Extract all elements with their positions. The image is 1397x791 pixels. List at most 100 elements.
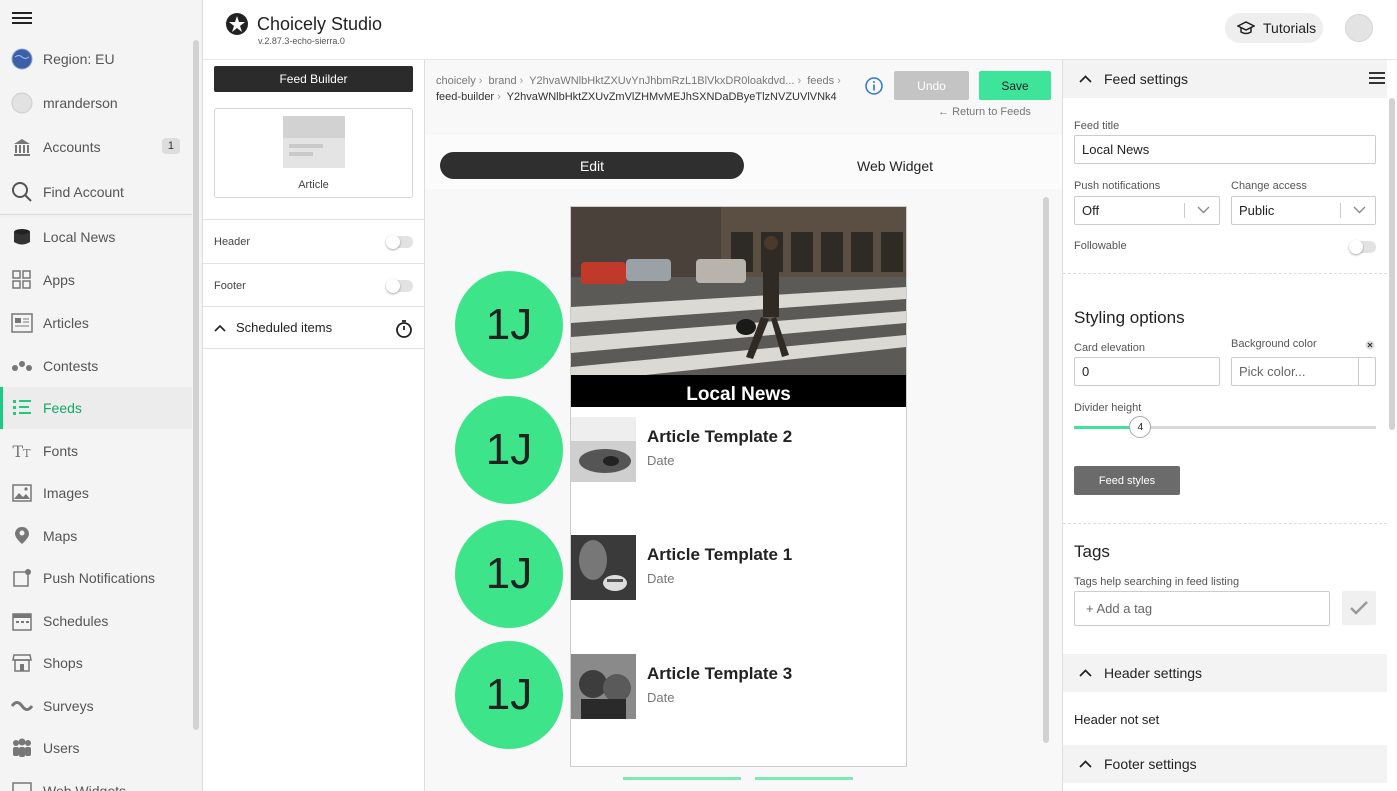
- return-to-feeds-link[interactable]: ← Return to Feeds: [938, 106, 1031, 118]
- followable-toggle[interactable]: [1349, 240, 1376, 254]
- card-elevation-input[interactable]: 0: [1074, 357, 1220, 386]
- chevron-down-icon: [1197, 206, 1210, 214]
- calendar-icon: [10, 610, 33, 633]
- sidebar-item-label: Local News: [43, 229, 116, 245]
- article-date: Date: [647, 453, 675, 468]
- slider-handle[interactable]: 4: [1129, 416, 1152, 438]
- hero-image[interactable]: Local News: [571, 207, 906, 407]
- sidebar-item-images[interactable]: Images: [0, 472, 192, 514]
- shop-icon: [10, 652, 33, 675]
- feed-settings-label: Feed settings: [1104, 71, 1189, 87]
- tags-help-text: Tags help searching in feed listing: [1074, 576, 1240, 588]
- sidebar-scrollbar[interactable]: [193, 40, 199, 730]
- clear-color-icon[interactable]: [1365, 340, 1375, 350]
- header-settings-label: Header settings: [1104, 665, 1203, 681]
- change-access-select[interactable]: Public: [1231, 196, 1376, 225]
- save-button[interactable]: Save: [979, 71, 1051, 100]
- sidebar-item-feeds[interactable]: Feeds: [0, 387, 192, 429]
- sidebar-item-label: Contests: [43, 358, 99, 374]
- background-color-input[interactable]: Pick color...: [1231, 357, 1376, 386]
- survey-icon: [10, 695, 33, 718]
- article-row[interactable]: Article Template 2 Date: [571, 417, 906, 483]
- stopwatch-icon[interactable]: [395, 319, 413, 339]
- header-not-set-text: Header not set: [1074, 712, 1160, 727]
- image-icon: [10, 482, 33, 505]
- header-toggle[interactable]: [386, 234, 413, 249]
- confirm-tag-button[interactable]: [1342, 591, 1376, 625]
- scheduled-items-row[interactable]: Scheduled items: [203, 306, 425, 349]
- menu-icon[interactable]: [1369, 69, 1385, 84]
- feed-settings-header[interactable]: Feed settings: [1063, 60, 1387, 98]
- background-color-label: Background color: [1231, 338, 1317, 350]
- sidebar-item-find-account[interactable]: Find Account: [0, 171, 192, 213]
- chevron-down-icon: [1353, 206, 1366, 214]
- footer-settings-header[interactable]: Footer settings: [1063, 745, 1387, 783]
- sidebar-item-apps[interactable]: Apps: [0, 259, 192, 301]
- sidebar-item-fonts[interactable]: TT Fonts: [0, 430, 192, 472]
- user-avatar[interactable]: [1345, 14, 1373, 42]
- styling-options-title: Styling options: [1074, 308, 1185, 327]
- footer-toggle[interactable]: [386, 278, 413, 293]
- sidebar-item-accounts[interactable]: Accounts 1: [0, 126, 192, 168]
- divider-height-label: Divider height: [1074, 402, 1142, 414]
- sidebar-item-surveys[interactable]: Surveys: [0, 685, 192, 727]
- choicely-logo-icon: [226, 13, 248, 35]
- feed-styles-button[interactable]: Feed styles: [1074, 466, 1180, 495]
- hamburger-menu-icon[interactable]: [12, 9, 32, 27]
- sidebar-item-shops[interactable]: Shops: [0, 642, 192, 684]
- search-icon: [10, 181, 33, 204]
- breadcrumb-item[interactable]: choicely: [436, 75, 476, 87]
- push-notifications-value: Off: [1082, 203, 1100, 218]
- footer-row: Footer: [203, 263, 425, 307]
- section-divider: [1063, 273, 1387, 274]
- breadcrumb-item[interactable]: Y2hvaWNlbHktZXUvYnJhbmRzL1BlVkxDR0loakdv…: [529, 75, 794, 87]
- article-thumbnail: [571, 417, 636, 482]
- breadcrumb-current: Y2hvaWNlbHktZXUvZmVlZHMvMEJhSXNDaDByeTlz…: [506, 91, 837, 103]
- sidebar-item-user[interactable]: mranderson: [0, 82, 192, 124]
- article-placeholder-icon: [283, 116, 345, 168]
- sidebar-item-label: Articles: [43, 315, 89, 331]
- sidebar-item-push-notifications[interactable]: Push Notifications: [0, 557, 192, 599]
- tab-web-widget[interactable]: Web Widget: [745, 152, 1045, 179]
- editor-tabs: Edit Web Widget: [425, 135, 1062, 189]
- sidebar-item-maps[interactable]: Maps: [0, 515, 192, 557]
- chevron-up-icon: [1079, 75, 1092, 83]
- user-avatar-icon: [10, 92, 33, 115]
- followable-label: Followable: [1074, 240, 1127, 252]
- change-access-label: Change access: [1231, 180, 1307, 192]
- sidebar-item-local-news[interactable]: Local News: [0, 216, 192, 258]
- breadcrumb-item[interactable]: feeds: [807, 75, 834, 87]
- sidebar-item-users[interactable]: Users: [0, 727, 192, 769]
- chevron-up-icon[interactable]: [214, 324, 226, 332]
- sidebar-item-contests[interactable]: Contests: [0, 345, 192, 387]
- undo-button[interactable]: Undo: [894, 71, 969, 100]
- card-elevation-label: Card elevation: [1074, 342, 1145, 354]
- article-row[interactable]: Article Template 1 Date: [571, 535, 906, 601]
- widget-icon: [10, 780, 33, 791]
- settings-scrollbar[interactable]: [1389, 98, 1395, 430]
- breadcrumb-item[interactable]: feed-builder: [436, 91, 494, 103]
- info-icon[interactable]: [865, 77, 883, 95]
- sidebar-item-label: Users: [43, 740, 80, 756]
- breadcrumb-item[interactable]: brand: [488, 75, 516, 87]
- sidebar-item-region[interactable]: Region: EU: [0, 38, 192, 80]
- header-settings-header[interactable]: Header settings: [1063, 654, 1387, 692]
- editor-scrollbar[interactable]: [1043, 197, 1049, 743]
- return-to-feeds-label: Return to Feeds: [952, 106, 1031, 118]
- push-notifications-select[interactable]: Off: [1074, 196, 1220, 225]
- author-avatar: 1J: [455, 396, 563, 504]
- sidebar-item-schedules[interactable]: Schedules: [0, 600, 192, 642]
- article-title: Article Template 3: [647, 664, 793, 683]
- tab-edit[interactable]: Edit: [440, 152, 744, 179]
- add-tag-input[interactable]: + Add a tag: [1074, 591, 1330, 626]
- article-block-card[interactable]: Article: [214, 108, 413, 198]
- tutorials-button[interactable]: Tutorials: [1225, 13, 1323, 43]
- article-row[interactable]: Article Template 3 Date: [571, 654, 906, 720]
- sidebar-item-web-widgets[interactable]: Web Widgets: [0, 770, 192, 791]
- section-divider: [1063, 523, 1387, 524]
- divider-height-slider[interactable]: 4: [1074, 416, 1376, 438]
- feed-builder-button[interactable]: Feed Builder: [214, 66, 413, 92]
- feed-title-input[interactable]: Local News: [1074, 135, 1376, 164]
- sidebar-item-label: Shops: [43, 655, 83, 671]
- sidebar-item-articles[interactable]: Articles: [0, 302, 192, 344]
